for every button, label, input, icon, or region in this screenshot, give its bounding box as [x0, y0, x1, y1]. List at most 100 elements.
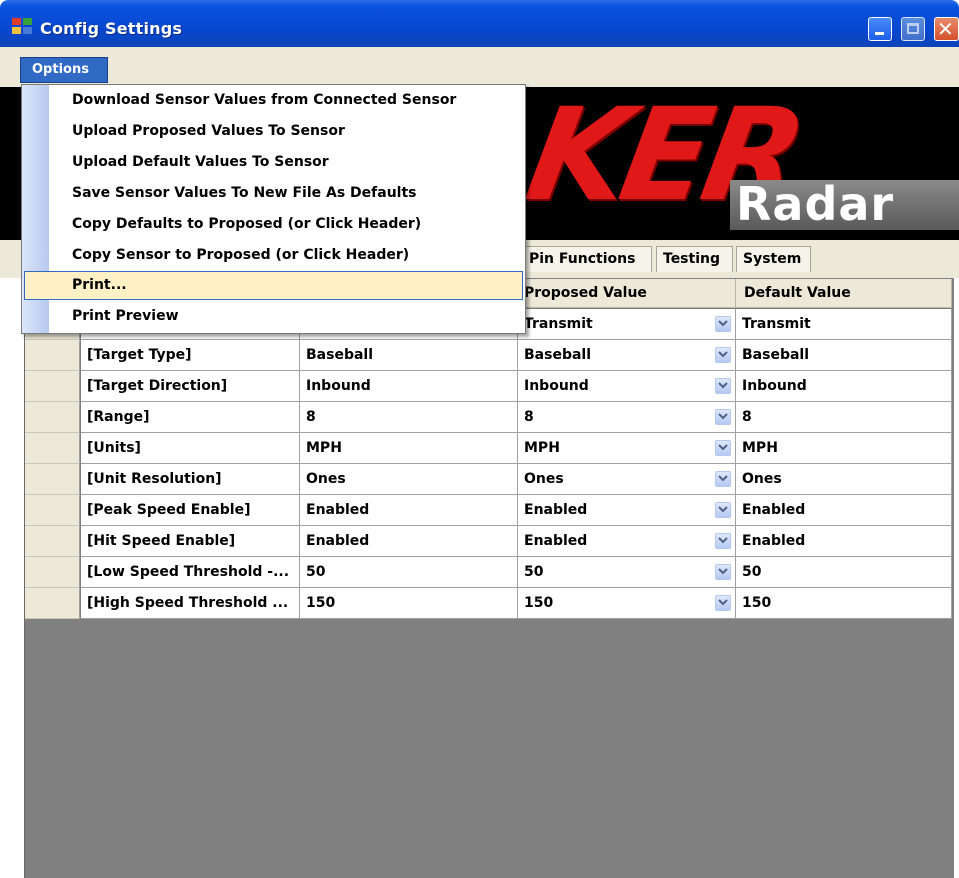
sensor-value-cell: Inbound: [300, 371, 518, 402]
default-value-cell: Baseball: [736, 340, 952, 371]
menu-item-download-sensor-values[interactable]: Download Sensor Values from Connected Se…: [24, 86, 523, 115]
table-row[interactable]: [Hit Speed Enable] Enabled Enabled Enabled: [25, 526, 952, 557]
row-selector[interactable]: [25, 340, 80, 371]
column-header-proposed[interactable]: Proposed Value: [518, 279, 736, 308]
close-button[interactable]: ✕: [934, 17, 959, 41]
brand-sub-text: Radar: [736, 177, 895, 231]
row-selector[interactable]: [25, 588, 80, 619]
proposed-value-combo[interactable]: Ones: [518, 464, 736, 495]
menu-strip: [0, 47, 959, 87]
proposed-value-text: Enabled: [524, 502, 588, 518]
close-icon: ✕: [937, 17, 954, 41]
column-header-default[interactable]: Default Value: [736, 279, 952, 308]
sensor-value-cell: MPH: [300, 433, 518, 464]
chevron-down-icon[interactable]: [715, 347, 731, 363]
table-row[interactable]: [Peak Speed Enable] Enabled Enabled Enabled: [25, 495, 952, 526]
setting-name-cell: [Target Direction]: [81, 371, 300, 402]
tab-testing[interactable]: Testing: [656, 246, 733, 272]
table-row[interactable]: [Target Direction] Inbound Inbound Inbound: [25, 371, 952, 402]
tab-pin-functions[interactable]: Pin Functions: [522, 246, 652, 272]
default-value-cell: Ones: [736, 464, 952, 495]
proposed-value-combo[interactable]: Transmit: [518, 309, 736, 340]
chevron-down-icon[interactable]: [715, 378, 731, 394]
chevron-down-icon[interactable]: [715, 471, 731, 487]
chevron-down-icon[interactable]: [715, 564, 731, 580]
proposed-value-combo[interactable]: Enabled: [518, 495, 736, 526]
default-value-cell: Transmit: [736, 309, 952, 340]
sensor-value-cell: Baseball: [300, 340, 518, 371]
menu-item-print[interactable]: Print...: [24, 271, 523, 300]
chevron-down-icon[interactable]: [715, 316, 731, 332]
menu-item-upload-defaults[interactable]: Upload Default Values To Sensor: [24, 148, 523, 177]
table-row[interactable]: [Low Speed Threshold -... 50 50 50: [25, 557, 952, 588]
setting-name-cell: [Hit Speed Enable]: [81, 526, 300, 557]
proposed-value-text: Enabled: [524, 533, 588, 549]
proposed-value-combo[interactable]: 150: [518, 588, 736, 619]
row-selector[interactable]: [25, 402, 80, 433]
sensor-value-cell: 50: [300, 557, 518, 588]
default-value-cell: MPH: [736, 433, 952, 464]
options-menu-button[interactable]: Options: [20, 57, 108, 83]
chevron-down-icon[interactable]: [715, 595, 731, 611]
chevron-down-icon[interactable]: [715, 502, 731, 518]
default-value-cell: Inbound: [736, 371, 952, 402]
sensor-value-cell: 150: [300, 588, 518, 619]
row-selector[interactable]: [25, 526, 80, 557]
tab-label: System: [743, 251, 802, 267]
table-row[interactable]: [Units] MPH MPH MPH: [25, 433, 952, 464]
default-value-cell: Enabled: [736, 526, 952, 557]
row-selector[interactable]: [25, 371, 80, 402]
chevron-down-icon[interactable]: [715, 533, 731, 549]
chevron-down-icon[interactable]: [715, 440, 731, 456]
window-title: Config Settings: [40, 19, 183, 38]
title-bar[interactable]: Config Settings ✕: [0, 0, 959, 47]
sensor-value-cell: Enabled: [300, 526, 518, 557]
tab-label: Testing: [663, 251, 720, 267]
proposed-value-combo[interactable]: Enabled: [518, 526, 736, 557]
default-value-cell: Enabled: [736, 495, 952, 526]
setting-name-cell: [Unit Resolution]: [81, 464, 300, 495]
row-selector[interactable]: [25, 557, 80, 588]
row-selector[interactable]: [25, 433, 80, 464]
setting-name-cell: [Units]: [81, 433, 300, 464]
table-row[interactable]: [Unit Resolution] Ones Ones Ones: [25, 464, 952, 495]
proposed-value-combo[interactable]: 50: [518, 557, 736, 588]
menu-item-save-as-defaults[interactable]: Save Sensor Values To New File As Defaul…: [24, 179, 523, 208]
proposed-value-text: Baseball: [524, 347, 592, 363]
menu-item-copy-sensor-to-proposed[interactable]: Copy Sensor to Proposed (or Click Header…: [24, 241, 523, 270]
proposed-value-combo[interactable]: Inbound: [518, 371, 736, 402]
setting-name-cell: [High Speed Threshold ...: [81, 588, 300, 619]
default-value-cell: 150: [736, 588, 952, 619]
proposed-value-text: Transmit: [524, 316, 593, 332]
sensor-value-cell: Ones: [300, 464, 518, 495]
menu-item-upload-proposed[interactable]: Upload Proposed Values To Sensor: [24, 117, 523, 146]
maximize-icon: [907, 23, 919, 34]
table-row[interactable]: [Range] 8 8 8: [25, 402, 952, 433]
proposed-value-text: 150: [524, 595, 554, 611]
setting-name-cell: [Range]: [81, 402, 300, 433]
maximize-button[interactable]: [901, 17, 925, 41]
tab-label: Pin Functions: [529, 251, 636, 267]
menu-item-copy-defaults-to-proposed[interactable]: Copy Defaults to Proposed (or Click Head…: [24, 210, 523, 239]
proposed-value-text: Inbound: [524, 378, 589, 394]
default-value-cell: 50: [736, 557, 952, 588]
setting-name-cell: [Target Type]: [81, 340, 300, 371]
proposed-value-combo[interactable]: Baseball: [518, 340, 736, 371]
tab-system[interactable]: System: [736, 246, 811, 272]
proposed-value-combo[interactable]: MPH: [518, 433, 736, 464]
default-value-cell: 8: [736, 402, 952, 433]
chevron-down-icon[interactable]: [715, 409, 731, 425]
sensor-value-cell: Enabled: [300, 495, 518, 526]
minimize-button[interactable]: [868, 17, 892, 41]
app-icon[interactable]: [12, 18, 32, 34]
menu-item-print-preview[interactable]: Print Preview: [24, 302, 523, 331]
proposed-value-text: Ones: [524, 471, 564, 487]
table-row[interactable]: [High Speed Threshold ... 150 150 150: [25, 588, 952, 619]
proposed-value-text: 8: [524, 409, 534, 425]
sensor-value-cell: 8: [300, 402, 518, 433]
row-selector[interactable]: [25, 464, 80, 495]
options-dropdown-menu: Download Sensor Values from Connected Se…: [21, 84, 526, 334]
table-row[interactable]: [Target Type] Baseball Baseball Baseball: [25, 340, 952, 371]
proposed-value-combo[interactable]: 8: [518, 402, 736, 433]
row-selector[interactable]: [25, 495, 80, 526]
